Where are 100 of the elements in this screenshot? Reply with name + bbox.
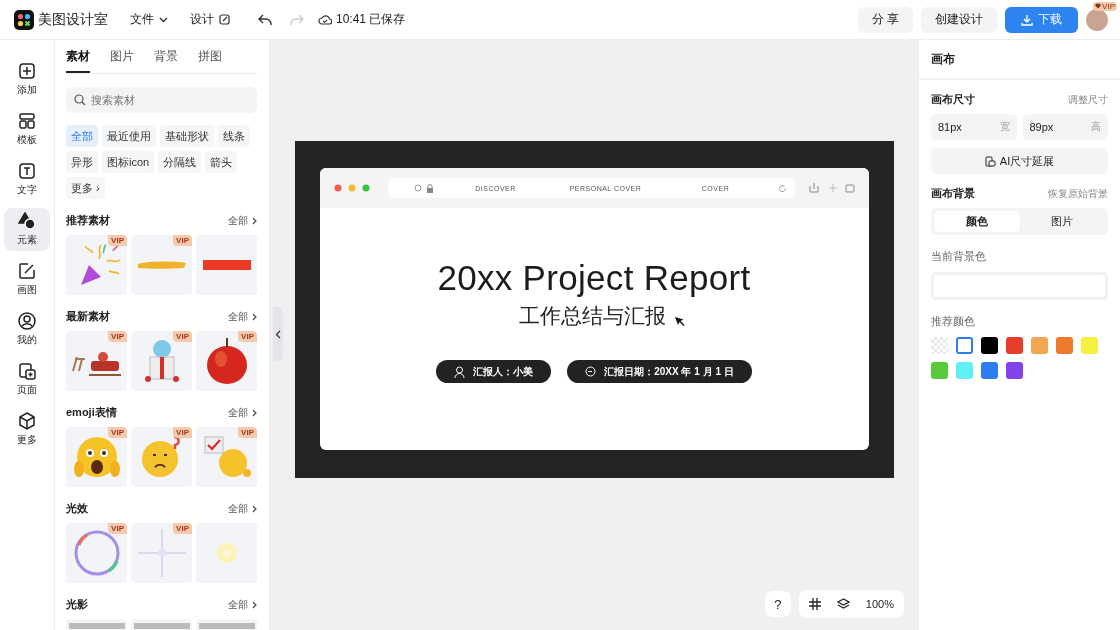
- vip-badge: VIP: [173, 235, 192, 246]
- height-field[interactable]: 89px 高: [1022, 114, 1108, 140]
- vip-badge: VIP: [173, 331, 192, 342]
- sticker-thumbnail[interactable]: VIP: [131, 427, 192, 487]
- menu-button[interactable]: 设计: [190, 11, 230, 28]
- color-swatch[interactable]: [1056, 337, 1073, 354]
- bar-drawing: [202, 260, 251, 270]
- sidebar-item[interactable]: 模板: [4, 108, 50, 151]
- sidebar-item[interactable]: 添加: [4, 58, 50, 101]
- vip-badge: VIP: [1093, 1, 1117, 11]
- avatar[interactable]: [1086, 8, 1108, 31]
- sticker-thumbnail[interactable]: VIP: [131, 331, 192, 391]
- grid-icon[interactable]: [808, 598, 821, 610]
- lock-icon: [413, 183, 434, 193]
- vip-badge: VIP: [108, 427, 127, 438]
- width-field[interactable]: 81px 宽: [931, 114, 1017, 140]
- cube-icon: [18, 412, 36, 430]
- color-swatch[interactable]: [1006, 362, 1023, 379]
- resize-icon: [984, 155, 996, 167]
- edit-icon: [219, 14, 230, 25]
- redo-icon[interactable]: [290, 13, 304, 26]
- chevron-right-icon: [252, 312, 257, 321]
- undo-icon[interactable]: [258, 13, 272, 26]
- sticker-thumbnail[interactable]: VIP: [66, 523, 127, 583]
- cursor-arrow-icon: [673, 316, 686, 328]
- color-swatch[interactable]: [981, 362, 998, 379]
- see-all-link[interactable]: 全部: [228, 213, 257, 228]
- filter-chip[interactable]: 全部: [66, 125, 98, 147]
- sticker-thumbnail[interactable]: VIP: [196, 331, 257, 391]
- color-swatch[interactable]: [956, 337, 973, 354]
- collapse-handle[interactable]: [273, 307, 283, 361]
- vip-badge: VIP: [173, 523, 192, 534]
- tab[interactable]: 拼图: [198, 48, 222, 73]
- sidebar-item[interactable]: 元素: [4, 208, 50, 251]
- menu-button[interactable]: 文件: [130, 11, 168, 28]
- slide-subtitle: 工作总结与汇报: [518, 303, 666, 329]
- slide-title: 20xx Project Report: [437, 258, 751, 298]
- layers-icon[interactable]: [836, 598, 850, 610]
- see-all-link[interactable]: 全部: [228, 597, 257, 612]
- see-all-link[interactable]: 全部: [228, 309, 257, 324]
- section-label: 画布背景: [931, 186, 975, 201]
- color-swatch[interactable]: [931, 362, 948, 379]
- filter-chip[interactable]: 异形: [66, 151, 98, 173]
- filter-chip[interactable]: 图标icon: [102, 151, 155, 173]
- filter-chip[interactable]: 基础形状: [160, 125, 214, 147]
- color-swatch[interactable]: [1031, 337, 1048, 354]
- sidebar-item[interactable]: 更多: [4, 408, 50, 451]
- sidebar-item[interactable]: 画图: [4, 258, 50, 301]
- color-swatch[interactable]: [1006, 337, 1023, 354]
- sticker-thumbnail[interactable]: [196, 235, 257, 295]
- sticker-thumbnail[interactable]: VIP: [66, 427, 127, 487]
- section-title: 光影: [66, 597, 88, 612]
- sidebar-item[interactable]: 页面: [4, 358, 50, 401]
- zoom-level[interactable]: 100%: [865, 598, 894, 610]
- sticker-thumbnail[interactable]: VIP: [131, 235, 192, 295]
- reload-icon: [777, 183, 787, 193]
- section-label: 画布尺寸: [931, 92, 975, 107]
- stroke-drawing: [137, 261, 186, 269]
- header-button[interactable]: 分 享: [857, 6, 913, 33]
- sticker-thumbnail[interactable]: [196, 523, 257, 583]
- heart-icon: [1095, 3, 1102, 9]
- sticker-thumbnail[interactable]: VIP: [66, 235, 127, 295]
- filter-chip[interactable]: 更多 ›: [66, 177, 105, 199]
- vip-badge: VIP: [238, 427, 257, 438]
- color-swatch[interactable]: [981, 337, 998, 354]
- ai-extend-button[interactable]: AI尺寸延展: [931, 148, 1108, 174]
- see-all-link[interactable]: 全部: [228, 405, 257, 420]
- user-icon: [18, 312, 36, 330]
- tab[interactable]: 图片: [110, 48, 134, 73]
- tab[interactable]: 素材: [66, 48, 90, 73]
- filter-chip[interactable]: 线条: [218, 125, 250, 147]
- action-link[interactable]: 恢复原始背景: [1048, 186, 1108, 201]
- search-field[interactable]: 搜索素材: [66, 87, 257, 113]
- vip-badge: VIP: [238, 331, 257, 342]
- action-link[interactable]: 调整尺寸: [1068, 92, 1108, 107]
- filter-chip[interactable]: 最近使用: [102, 125, 156, 147]
- sidebar-item[interactable]: 文字: [4, 158, 50, 201]
- shapes-icon: [18, 212, 36, 230]
- segment-tab[interactable]: 颜色: [934, 211, 1020, 232]
- filter-chip[interactable]: 分隔线: [158, 151, 202, 173]
- info-pill: 汇报人：小美: [436, 360, 552, 383]
- tab[interactable]: 背景: [154, 48, 178, 73]
- filter-chip[interactable]: 箭头: [205, 151, 238, 173]
- chevron-right-icon: [252, 600, 257, 609]
- see-all-link[interactable]: 全部: [228, 501, 257, 516]
- color-swatch[interactable]: [956, 362, 973, 379]
- section-title: 推荐素材: [66, 213, 110, 228]
- panel-title: 画布: [919, 40, 1120, 80]
- vip-badge: VIP: [108, 523, 127, 534]
- color-swatch[interactable]: [1081, 337, 1098, 354]
- sticker-thumbnail[interactable]: VIP: [131, 523, 192, 583]
- sticker-thumbnail[interactable]: VIP: [196, 427, 257, 487]
- download-button[interactable]: 下载: [1005, 6, 1078, 33]
- template-icon: [18, 112, 36, 130]
- vip-badge: VIP: [108, 331, 127, 342]
- sidebar-item[interactable]: 我的: [4, 308, 50, 351]
- segment-tab[interactable]: 图片: [1019, 211, 1105, 232]
- sticker-thumbnail[interactable]: VIP: [66, 331, 127, 391]
- help-button[interactable]: ?: [764, 591, 791, 617]
- header-button[interactable]: 创建设计: [921, 6, 997, 33]
